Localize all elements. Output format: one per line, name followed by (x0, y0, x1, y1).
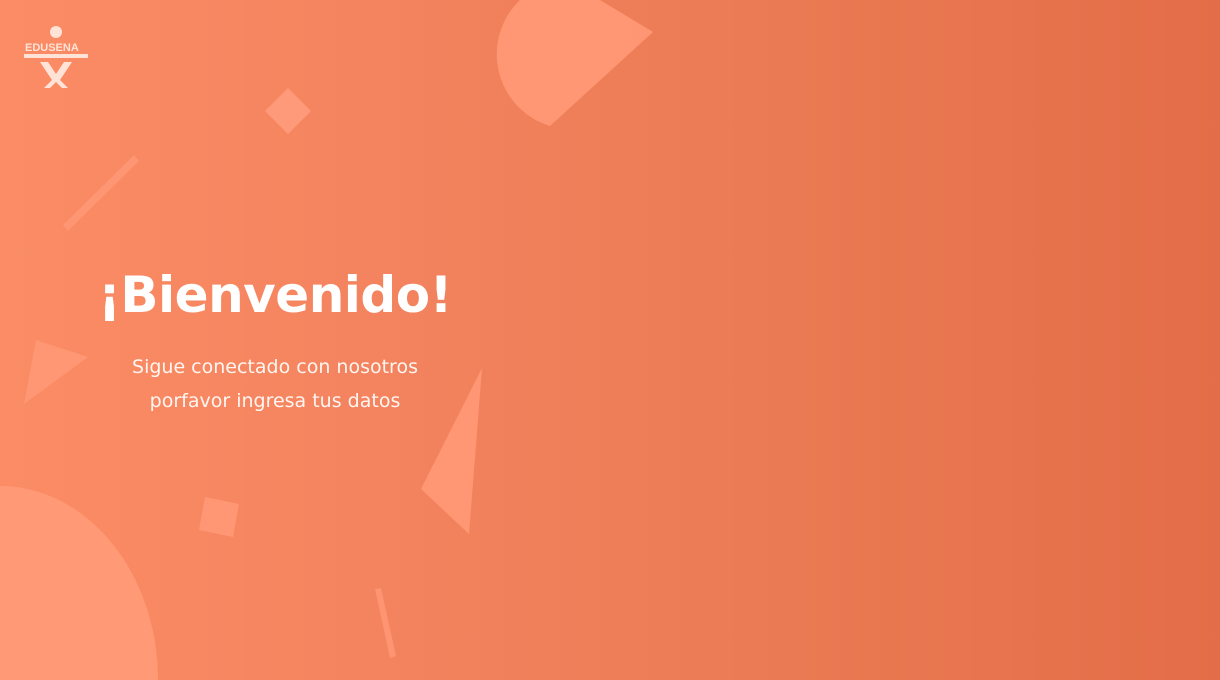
quarter-circle-shape (0, 486, 158, 680)
diamond-shape (265, 88, 311, 134)
edusena-logo: EDUSENA (22, 24, 92, 90)
bar-shape-bottom (375, 588, 396, 658)
welcome-subtitle-line1: Sigue conectado con nosotros (132, 356, 418, 378)
welcome-block: ¡Bienvenido! Sigue conectado con nosotro… (60, 262, 490, 418)
welcome-panel: EDUSENA ¡Bienvenido! Sigue conectado con… (0, 0, 1220, 680)
wedge-shape (496, 0, 653, 126)
logo-text: EDUSENA (25, 42, 79, 54)
welcome-subtitle: Sigue conectado con nosotros porfavor in… (60, 350, 490, 418)
welcome-subtitle-line2: porfavor ingresa tus datos (149, 390, 401, 412)
bar-shape (63, 155, 139, 231)
welcome-title: ¡Bienvenido! (98, 266, 452, 324)
square-shape (199, 497, 239, 537)
sena-figure-icon (24, 26, 88, 88)
